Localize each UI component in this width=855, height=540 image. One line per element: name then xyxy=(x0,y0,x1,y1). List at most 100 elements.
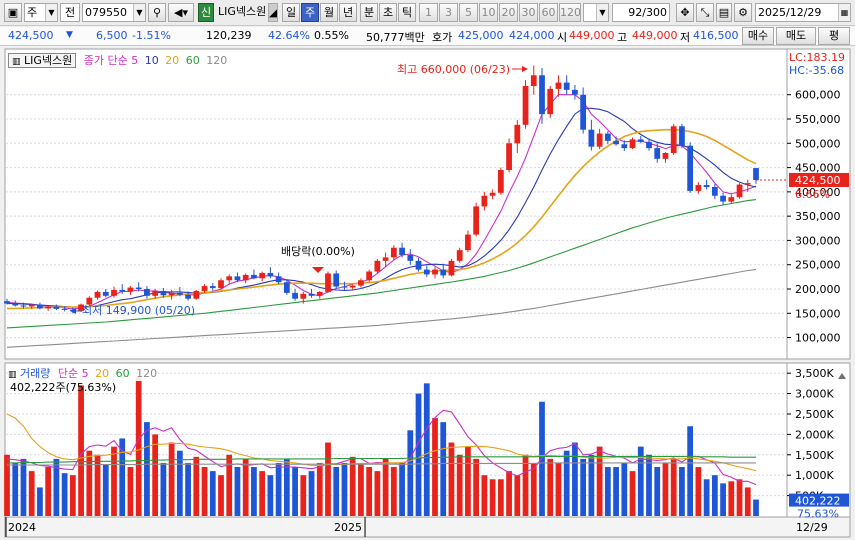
interval-1[interactable]: 1 xyxy=(419,3,438,22)
candle-body xyxy=(135,287,142,289)
volume-bar xyxy=(193,456,200,516)
volume-bar xyxy=(358,462,364,516)
interval-30[interactable]: 30 xyxy=(519,3,538,22)
volume-bar xyxy=(563,450,570,516)
candle-body xyxy=(234,276,241,281)
window-icon[interactable]: ▣ xyxy=(4,3,22,22)
candle-body xyxy=(423,269,430,275)
volume-bar xyxy=(390,467,397,516)
candle-body xyxy=(275,276,282,283)
period-second[interactable]: 초 xyxy=(379,3,397,22)
bar-count-input[interactable]: 92/300 xyxy=(612,3,670,22)
high-price: 449,000 xyxy=(632,29,678,42)
settings-icon[interactable]: ⚙ xyxy=(734,3,752,22)
candle-body xyxy=(185,294,191,299)
candle-body xyxy=(251,274,257,279)
candle-body xyxy=(547,88,554,115)
candle-body xyxy=(45,306,52,309)
candle-body xyxy=(613,140,619,145)
candle-body xyxy=(102,291,109,296)
volume-bar xyxy=(687,426,694,516)
lc-value: LC:183.19 xyxy=(789,51,845,64)
candle-body xyxy=(61,308,68,310)
candle-body xyxy=(325,273,331,292)
volume-bar xyxy=(711,475,718,516)
volume-bar xyxy=(267,475,274,516)
sell-button[interactable]: 매도 xyxy=(776,27,816,45)
interval-20[interactable]: 20 xyxy=(499,3,518,22)
trade-amount: 50,777백만 xyxy=(366,31,425,44)
volume-bar xyxy=(127,467,134,516)
price-tick-label: 500,000 xyxy=(795,137,841,150)
candle-body xyxy=(563,82,570,90)
volume-bar xyxy=(292,467,298,516)
candle-body xyxy=(259,272,266,279)
period-day[interactable]: 일 xyxy=(282,3,300,22)
buy-button[interactable]: 매수 xyxy=(742,27,774,45)
period-tick[interactable]: 틱 xyxy=(398,3,416,22)
candle-body xyxy=(637,139,644,142)
period-minute[interactable]: 분 xyxy=(360,3,378,22)
current-volume-pct: 75.63% xyxy=(797,508,839,521)
speaker-icon[interactable]: ◀▾ xyxy=(168,3,194,22)
corner-mark-icon: ◢ xyxy=(268,3,278,22)
stock-type-select[interactable]: 전 xyxy=(60,3,80,22)
crosshair-icon[interactable]: ✥ xyxy=(676,3,694,22)
interval-3[interactable]: 3 xyxy=(439,3,458,22)
volume-bar xyxy=(61,473,68,516)
volume-bar xyxy=(580,458,587,516)
stock-code-input[interactable]: 079550 ▼ xyxy=(82,3,146,22)
interval-10[interactable]: 10 xyxy=(479,3,498,22)
eval-button[interactable]: 평 xyxy=(818,27,850,45)
volume-bar xyxy=(440,422,447,516)
candle-body xyxy=(119,289,126,292)
current-price: 424,500 xyxy=(8,29,54,42)
chevron-down-icon: ▼ xyxy=(45,4,57,21)
candle-body xyxy=(341,286,348,288)
price-change: 6,500 xyxy=(96,29,128,42)
volume-bar xyxy=(69,475,76,516)
low-label: 저 xyxy=(680,31,691,44)
price-volume-chart[interactable]: 100,000 150,000 200,000 250,000 300,000 350,0… xyxy=(0,47,855,540)
save-icon[interactable]: ▤ xyxy=(716,3,732,22)
interval-120[interactable]: 120 xyxy=(559,3,581,22)
grip-icon: ▥ xyxy=(12,57,21,67)
candle-body xyxy=(358,280,364,286)
price-series-name[interactable]: ▥ LIG넥스원 xyxy=(8,53,77,68)
interval-60[interactable]: 60 xyxy=(539,3,558,22)
volume-bar xyxy=(218,475,224,516)
volume-bar xyxy=(654,467,661,516)
candle-body xyxy=(489,192,496,196)
chart-kind-select[interactable]: 주 ▼ xyxy=(24,3,58,22)
interval-5[interactable]: 5 xyxy=(459,3,478,22)
search-icon[interactable]: ⚲ xyxy=(148,3,166,22)
volume-bar xyxy=(234,467,241,516)
candle-body xyxy=(695,185,702,191)
volume-bar xyxy=(596,446,603,516)
candle-body xyxy=(448,260,455,276)
dividend-label: 배당락(0.00%) xyxy=(281,245,355,258)
min-price-label: 최저 149,900 (05/20) xyxy=(82,304,195,317)
price-tick-label: 300,000 xyxy=(795,234,841,247)
date-value: 2025/12/29 xyxy=(758,6,822,19)
volume-bar xyxy=(349,456,356,516)
volume-bar xyxy=(86,450,93,516)
candle-body xyxy=(209,286,216,289)
candle-body xyxy=(572,89,578,95)
candle-body xyxy=(530,75,537,86)
period-month[interactable]: 월 xyxy=(320,3,338,22)
price-tick-label: 600,000 xyxy=(795,89,841,102)
interval-custom-input[interactable]: ▼ xyxy=(583,3,609,22)
date-input[interactable]: 2025/12/29 ▦ xyxy=(755,3,851,22)
period-year[interactable]: 년 xyxy=(339,3,357,22)
volume-bar xyxy=(629,471,636,516)
volume-bar xyxy=(473,458,480,516)
period-week[interactable]: 주 xyxy=(301,3,319,22)
volume-bar xyxy=(497,479,504,516)
candle-body xyxy=(218,280,224,289)
candle-body xyxy=(152,290,159,296)
candle-body xyxy=(176,292,183,295)
expand-icon[interactable]: ⤡ xyxy=(696,3,714,22)
volume-tick-label: 2,000K xyxy=(795,428,834,441)
candle-body xyxy=(514,124,521,144)
